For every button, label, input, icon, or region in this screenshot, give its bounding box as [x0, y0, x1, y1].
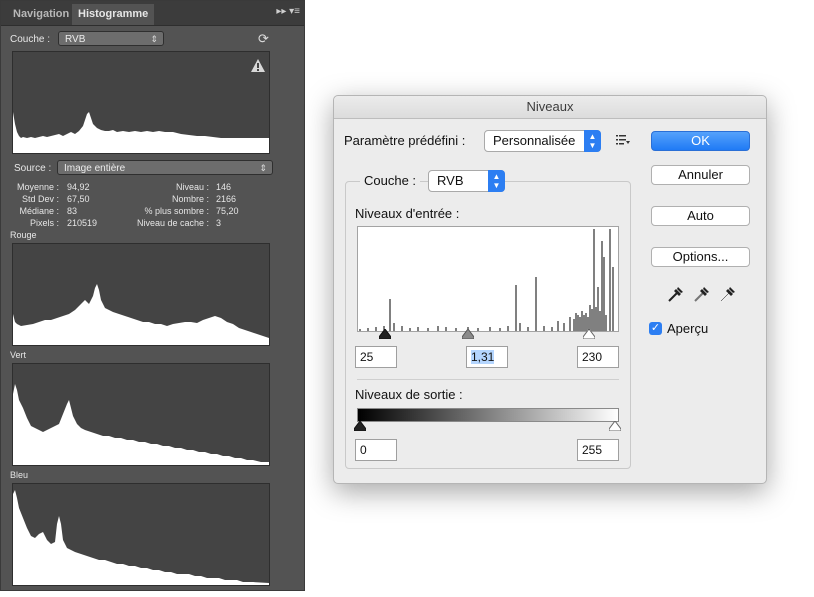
select-arrows-icon: ⇕	[150, 34, 158, 44]
blue-histogram	[12, 483, 270, 586]
pixels-value: 210519	[67, 218, 98, 228]
output-black-value: 0	[360, 443, 367, 457]
couche-label: Couche :	[360, 173, 421, 188]
channel-label-rouge: Rouge	[10, 230, 37, 240]
options-button[interactable]: Options...	[651, 247, 750, 267]
tab-histogramme[interactable]: Histogramme	[72, 4, 155, 25]
channel-label-bleu: Bleu	[10, 470, 29, 480]
couche-select-value: RVB	[437, 173, 464, 188]
black-eyedropper-icon[interactable]	[667, 285, 683, 303]
preset-options-icon[interactable]	[616, 134, 630, 146]
input-levels-label: Niveaux d'entrée :	[355, 206, 460, 221]
output-black-field[interactable]: 0	[355, 439, 397, 461]
plus-sombre-label: % plus sombre :	[144, 206, 209, 216]
input-white-slider[interactable]	[583, 329, 595, 339]
preset-select[interactable]: Personnalisée ▲ ▼	[484, 130, 601, 152]
select-arrows-icon: ⇕	[259, 163, 267, 173]
white-eyedropper-icon[interactable]	[719, 285, 735, 303]
input-gamma-field[interactable]: 1,31	[466, 346, 508, 368]
output-gradient-bar	[357, 408, 619, 422]
niveau-cache-value: 3	[216, 218, 222, 228]
select-arrows-icon: ▲ ▼	[488, 170, 505, 192]
green-histogram	[12, 363, 270, 466]
nombre-label: Nombre :	[171, 194, 209, 204]
stddev-value: 67,50	[67, 194, 90, 204]
plus-sombre-value: 75,20	[216, 206, 239, 216]
panel-tab-bar: Navigation Histogramme ▸▸ ▾≡	[1, 1, 304, 26]
stddev-label: Std Dev :	[21, 194, 59, 204]
input-black-field[interactable]: 25	[355, 346, 397, 368]
preset-label: Paramètre prédéfini :	[344, 133, 466, 148]
moyenne-label: Moyenne :	[16, 182, 59, 192]
output-white-field[interactable]: 255	[577, 439, 619, 461]
couche-select[interactable]: RVB ▲ ▼	[428, 170, 505, 192]
preview-label: Aperçu	[667, 321, 709, 336]
niveau-value: 146	[216, 182, 232, 192]
source-label: Source :	[14, 163, 52, 174]
select-arrows-icon: ▲ ▼	[584, 130, 601, 152]
cancel-button[interactable]: Annuler	[651, 165, 750, 185]
tab-navigation[interactable]: Navigation	[7, 4, 75, 25]
source-select[interactable]: Image entière ⇕	[57, 160, 273, 175]
nombre-value: 2166	[216, 194, 237, 204]
dialog-title: Niveaux	[334, 96, 766, 119]
ok-button[interactable]: OK	[651, 131, 750, 151]
moyenne-value: 94,92	[67, 182, 90, 192]
couche-label: Couche :	[10, 34, 51, 45]
warning-icon[interactable]	[251, 59, 265, 72]
levels-histogram	[357, 226, 619, 332]
source-select-value: Image entière	[64, 163, 126, 174]
input-white-field[interactable]: 230	[577, 346, 619, 368]
input-black-value: 25	[360, 350, 374, 364]
output-white-slider[interactable]	[609, 421, 621, 431]
input-black-slider[interactable]	[379, 329, 391, 339]
niveau-cache-label: Niveau de cache :	[136, 218, 209, 228]
divider	[357, 379, 619, 380]
output-white-value: 255	[582, 443, 603, 457]
mediane-label: Médiane :	[19, 206, 59, 216]
input-gamma-slider[interactable]	[462, 329, 474, 339]
preset-select-value: Personnalisée	[493, 133, 576, 148]
output-levels-label: Niveaux de sortie :	[355, 387, 463, 402]
levels-dialog: Niveaux Paramètre prédéfini : Personnali…	[333, 95, 767, 484]
red-histogram	[12, 243, 270, 346]
composite-histogram	[12, 51, 270, 154]
pixels-label: Pixels :	[29, 218, 59, 228]
histogram-panel: Navigation Histogramme ▸▸ ▾≡ Couche : RV…	[0, 0, 305, 591]
panel-menu-icon[interactable]: ▸▸ ▾≡	[276, 6, 300, 17]
output-black-slider[interactable]	[354, 421, 366, 431]
preview-checkbox[interactable]: ✓	[649, 322, 662, 335]
channel-label-vert: Vert	[10, 350, 27, 360]
input-gamma-value: 1,31	[471, 350, 495, 364]
couche-select-value: RVB	[65, 34, 86, 45]
auto-button[interactable]: Auto	[651, 206, 750, 226]
input-white-value: 230	[582, 350, 603, 364]
mediane-value: 83	[67, 206, 78, 216]
refresh-icon[interactable]: ⟳	[258, 32, 272, 46]
gray-eyedropper-icon[interactable]	[693, 285, 709, 303]
niveau-label: Niveau :	[175, 182, 209, 192]
couche-select[interactable]: RVB ⇕	[58, 31, 164, 46]
